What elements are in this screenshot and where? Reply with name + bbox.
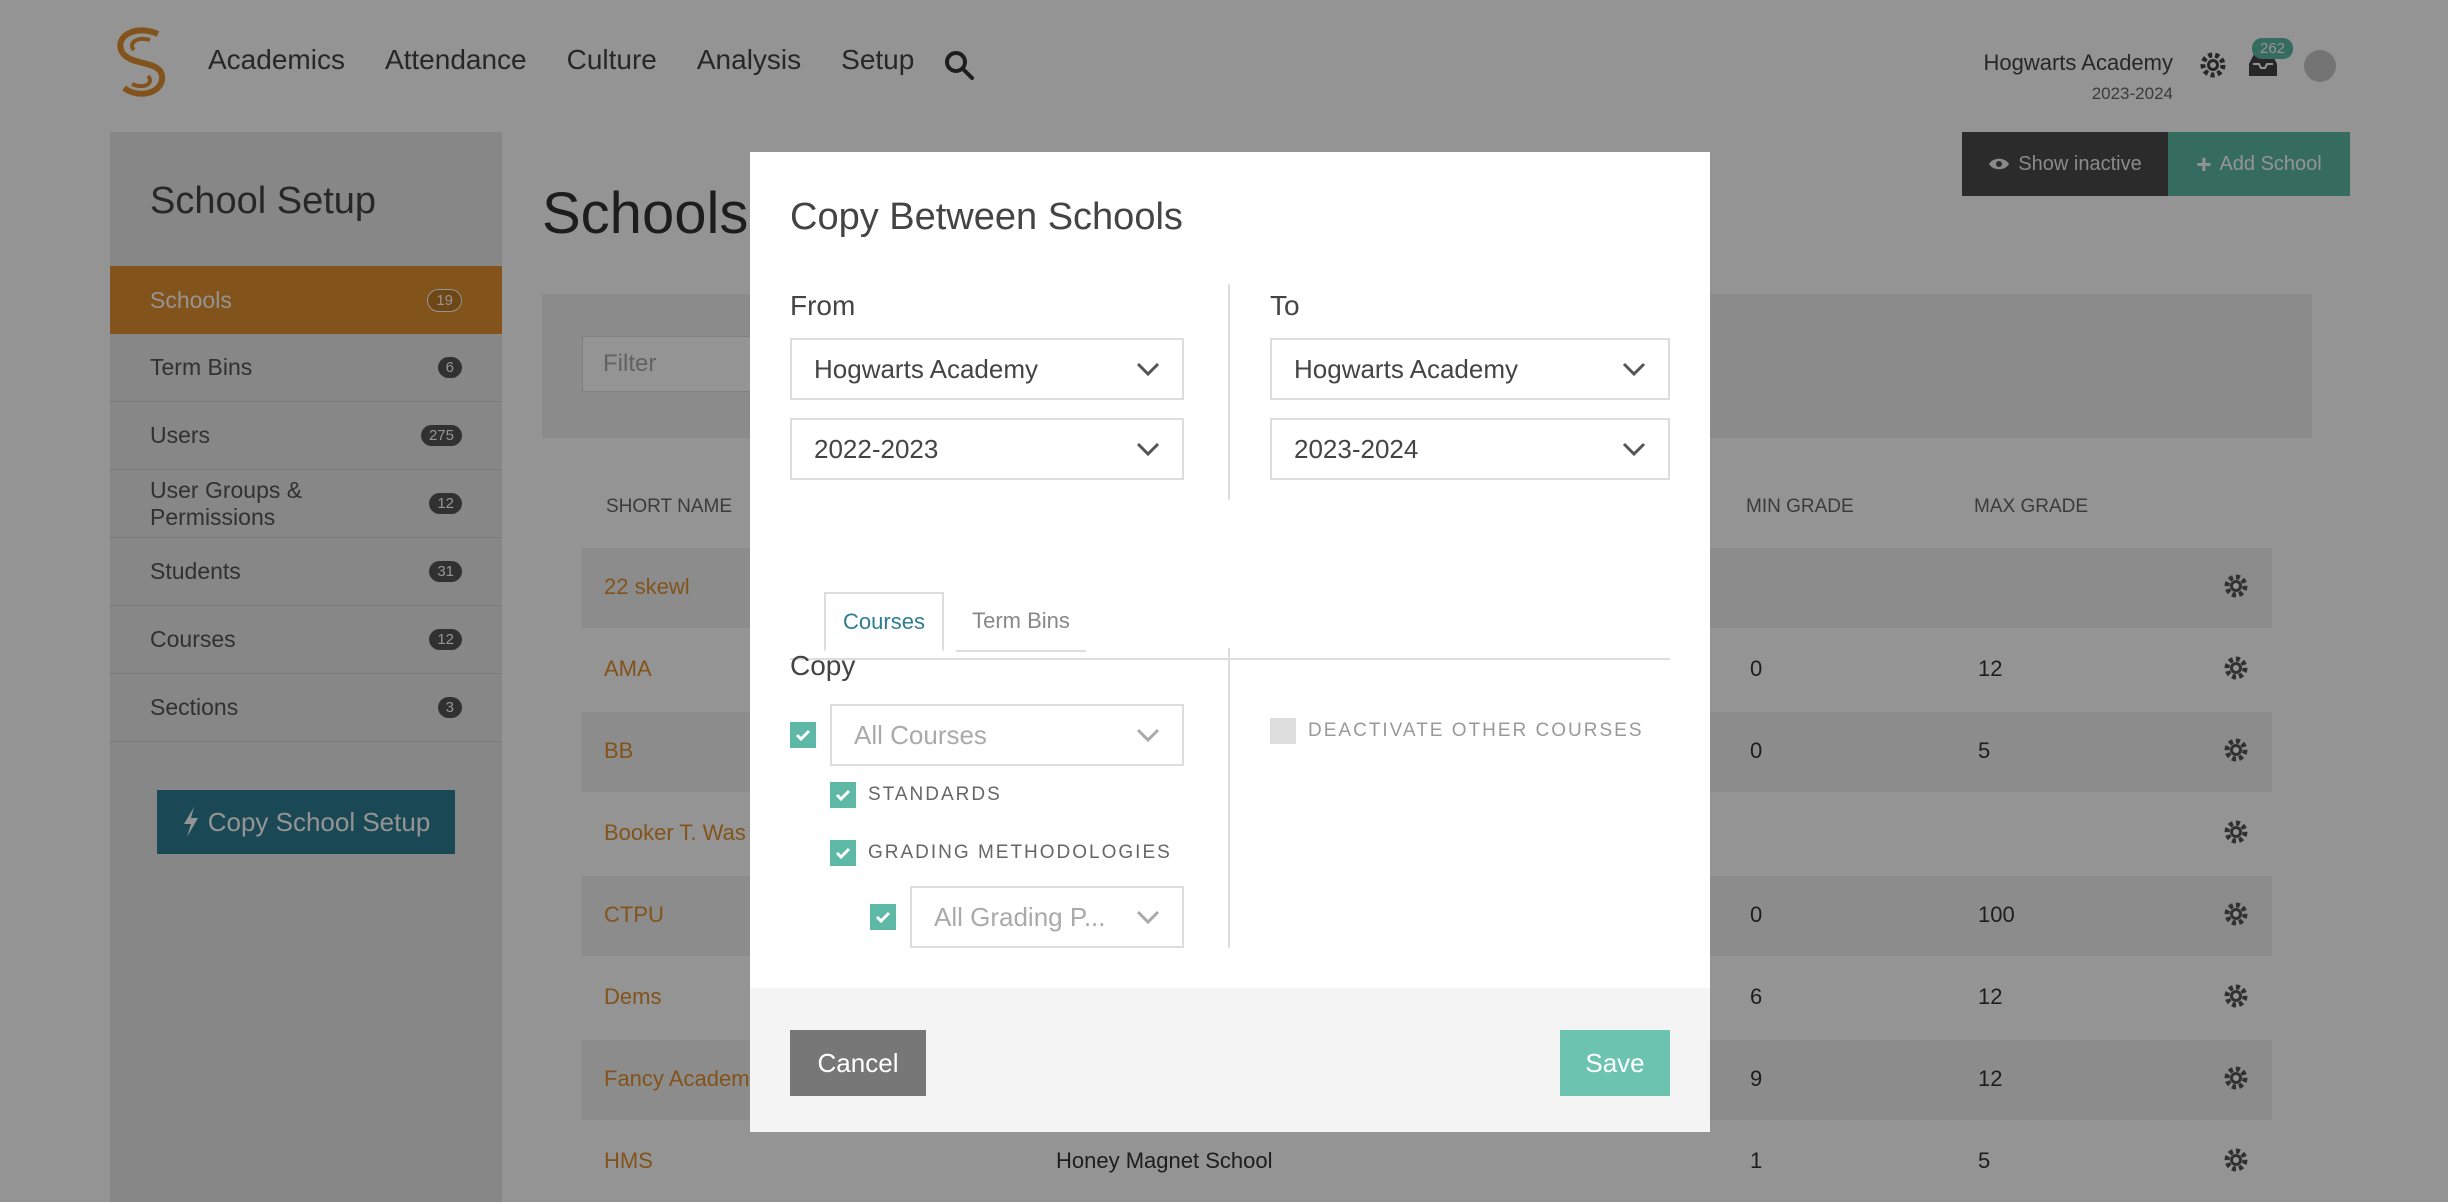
- courses-select-value: All Courses: [854, 719, 987, 750]
- chevron-down-icon: [1136, 362, 1160, 377]
- grading-periods-checkbox[interactable]: [870, 904, 896, 930]
- grading-select-value: All Grading P...: [934, 901, 1106, 932]
- chevron-down-icon: [1136, 442, 1160, 457]
- save-button[interactable]: Save: [1560, 1030, 1670, 1096]
- check-icon: [875, 911, 891, 923]
- standards-label: STANDARDS: [868, 784, 1002, 805]
- from-year-select[interactable]: 2022-2023: [790, 418, 1184, 480]
- cancel-button[interactable]: Cancel: [790, 1030, 926, 1096]
- standards-checkbox[interactable]: [830, 782, 856, 808]
- grading-select[interactable]: All Grading P...: [910, 886, 1184, 948]
- chevron-down-icon: [1136, 728, 1160, 743]
- to-school-value: Hogwarts Academy: [1294, 353, 1518, 384]
- grading-methodologies-label: GRADING METHODOLOGIES: [868, 842, 1172, 863]
- to-school-select[interactable]: Hogwarts Academy: [1270, 338, 1670, 400]
- modal-title: Copy Between Schools: [790, 196, 1183, 238]
- from-label: From: [790, 290, 856, 321]
- options-divider: [1228, 648, 1230, 948]
- to-label: To: [1270, 290, 1300, 321]
- chevron-down-icon: [1136, 910, 1160, 925]
- courses-select[interactable]: All Courses: [830, 704, 1184, 766]
- tab-courses[interactable]: Courses: [824, 592, 944, 652]
- from-school-value: Hogwarts Academy: [814, 353, 1038, 384]
- modal-footer: Cancel Save: [750, 988, 1710, 1132]
- from-school-select[interactable]: Hogwarts Academy: [790, 338, 1184, 400]
- tab-term-bins[interactable]: Term Bins: [956, 592, 1086, 652]
- check-icon: [835, 847, 851, 859]
- to-year-value: 2023-2024: [1294, 433, 1419, 464]
- to-year-select[interactable]: 2023-2024: [1270, 418, 1670, 480]
- copy-courses-checkbox[interactable]: [790, 722, 816, 748]
- column-divider: [1228, 284, 1230, 500]
- deactivate-other-courses-checkbox[interactable]: [1270, 718, 1296, 744]
- check-icon: [835, 789, 851, 801]
- copy-between-schools-modal: Copy Between Schools From To Hogwarts Ac…: [750, 152, 1710, 1132]
- from-year-value: 2022-2023: [814, 433, 939, 464]
- check-icon: [795, 729, 811, 741]
- chevron-down-icon: [1622, 442, 1646, 457]
- chevron-down-icon: [1622, 362, 1646, 377]
- grading-methodologies-checkbox[interactable]: [830, 840, 856, 866]
- copy-type-tabs: Courses Term Bins: [790, 592, 1670, 660]
- deactivate-other-courses-label: DEACTIVATE OTHER COURSES: [1308, 720, 1644, 741]
- copy-label: Copy: [790, 650, 856, 681]
